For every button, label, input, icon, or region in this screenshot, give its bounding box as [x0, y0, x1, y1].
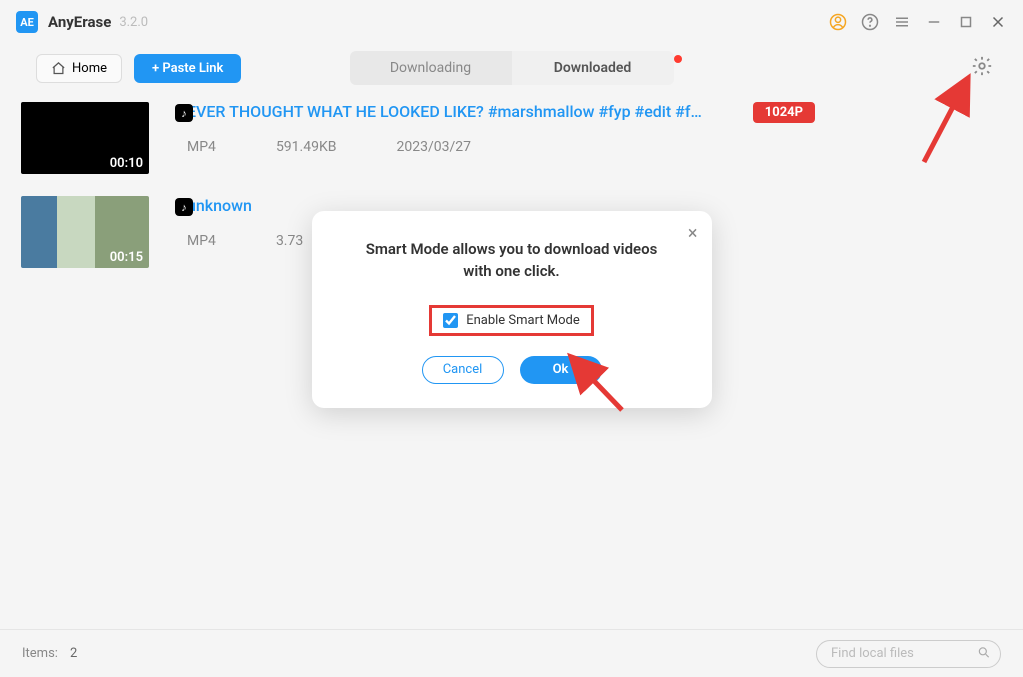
enable-smart-mode-row: Enable Smart Mode [429, 305, 594, 336]
download-item: 00:10 ♪ EVER THOUGHT WHAT HE LOOKED LIKE… [21, 102, 993, 174]
thumbnail[interactable]: 00:15 [21, 196, 149, 268]
items-count: 2 [70, 646, 77, 661]
help-icon[interactable] [861, 13, 879, 31]
home-label: Home [72, 61, 107, 76]
cancel-button[interactable]: Cancel [422, 356, 504, 384]
items-label: Items: [22, 646, 58, 661]
duration-label: 00:15 [110, 250, 143, 265]
item-size: 591.49KB [276, 139, 337, 155]
user-icon[interactable] [829, 13, 847, 31]
item-date: 2023/03/27 [396, 139, 471, 155]
thumbnail[interactable]: 00:10 [21, 102, 149, 174]
close-icon[interactable] [989, 13, 1007, 31]
tab-downloading[interactable]: Downloading [350, 51, 512, 85]
duration-label: 00:10 [110, 156, 143, 171]
enable-smart-mode-checkbox[interactable] [443, 313, 458, 328]
maximize-icon[interactable] [957, 13, 975, 31]
tab-downloaded[interactable]: Downloaded [512, 51, 674, 85]
minimize-icon[interactable] [925, 13, 943, 31]
item-size: 3.73 [276, 233, 303, 249]
notification-dot [674, 55, 682, 63]
tiktok-icon: ♪ [175, 198, 193, 216]
enable-smart-mode-label[interactable]: Enable Smart Mode [466, 313, 580, 328]
toolbar: Home + Paste Link Downloading Downloaded [0, 44, 1023, 92]
item-format: MP4 [187, 233, 216, 249]
app-logo: AE [16, 11, 38, 33]
ok-button[interactable]: Ok [520, 356, 602, 384]
titlebar: AE AnyErase 3.2.0 [0, 0, 1023, 44]
paste-link-button[interactable]: + Paste Link [134, 54, 241, 83]
quality-badge: 1024P [753, 102, 815, 123]
home-button[interactable]: Home [36, 54, 122, 83]
app-name: AnyErase [48, 13, 111, 31]
app-version: 3.2.0 [119, 15, 148, 30]
search-input[interactable] [816, 640, 1001, 668]
dialog-close-icon[interactable]: × [688, 223, 698, 244]
menu-icon[interactable] [893, 13, 911, 31]
tiktok-icon: ♪ [175, 104, 193, 122]
home-icon [51, 61, 66, 76]
item-title[interactable]: EVER THOUGHT WHAT HE LOOKED LIKE? #marsh… [187, 102, 727, 121]
dialog-text: Smart Mode allows you to download videos… [336, 239, 688, 283]
statusbar: Items: 2 [0, 629, 1023, 677]
smart-mode-dialog: × Smart Mode allows you to download vide… [312, 211, 712, 408]
settings-icon[interactable] [971, 55, 993, 81]
item-format: MP4 [187, 139, 216, 155]
download-segment: Downloading Downloaded [350, 51, 674, 85]
